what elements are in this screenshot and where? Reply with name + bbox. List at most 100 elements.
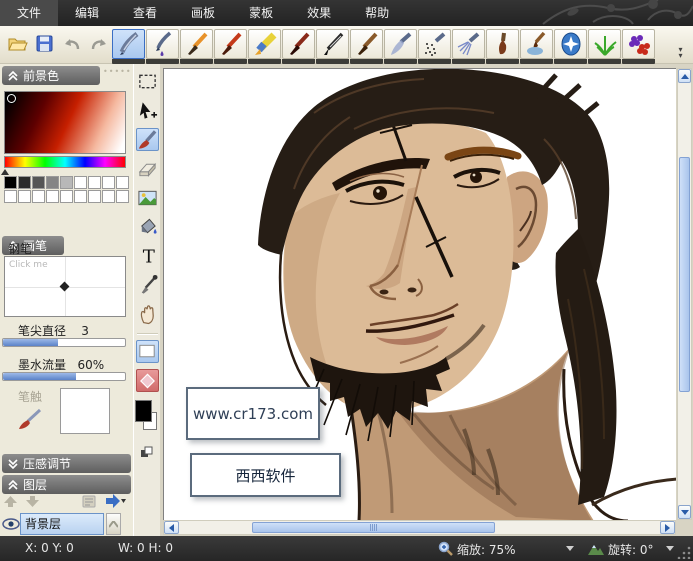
layer-row-background[interactable]: 背景层	[2, 512, 130, 536]
layer-list-scroll-up[interactable]	[106, 513, 121, 535]
hue-slider[interactable]	[4, 156, 126, 168]
save-button[interactable]	[33, 32, 56, 55]
color-swatch[interactable]	[74, 176, 87, 189]
black-pen-tool-button[interactable]	[316, 29, 349, 59]
fiber-spray-tool-button[interactable]	[452, 29, 485, 59]
menu-view[interactable]: 查看	[116, 0, 174, 26]
mask-badge-tool-button[interactable]	[136, 369, 159, 392]
color-swatch[interactable]	[18, 190, 31, 203]
brown-pen-tool-button[interactable]	[350, 29, 383, 59]
menu-edit[interactable]: 编辑	[58, 0, 116, 26]
menu-bar: 文件 编辑 查看 画板 蒙板 效果 帮助	[0, 0, 693, 26]
hand-tool-button[interactable]	[136, 302, 159, 325]
rect-select-tool-button[interactable]	[136, 70, 159, 93]
resize-grip[interactable]	[677, 545, 691, 559]
menu-effects[interactable]: 效果	[290, 0, 348, 26]
swap-colors-icon[interactable]	[140, 446, 154, 458]
open-folder-icon	[8, 36, 28, 52]
zoom-dropdown-caret[interactable]	[566, 546, 574, 551]
orange-pencil-tool-button[interactable]	[180, 29, 213, 59]
brush-preview-box[interactable]: Click me	[4, 256, 126, 317]
color-swatch[interactable]	[88, 190, 101, 203]
crop-image-icon	[137, 187, 158, 209]
layer-up-button[interactable]	[4, 496, 17, 507]
app-window: 文件 编辑 查看 画板 蒙板 效果 帮助	[0, 0, 693, 561]
shape-frame-tool-button[interactable]	[136, 340, 159, 363]
color-swatch[interactable]	[60, 176, 73, 189]
stroke-preview-box[interactable]	[60, 388, 110, 434]
airbrush-tool-button[interactable]	[384, 29, 417, 59]
hue-marker[interactable]	[1, 169, 9, 175]
text-tool-button[interactable]: T	[136, 244, 159, 267]
layer-down-button[interactable]	[26, 496, 39, 507]
panel-grip[interactable]: •••••	[103, 67, 132, 76]
color-swatch[interactable]	[116, 176, 129, 189]
scroll-right-button[interactable]	[660, 521, 675, 534]
color-swatch[interactable]	[46, 176, 59, 189]
ink-flow-slider[interactable]	[2, 372, 126, 381]
scroll-up-button[interactable]	[678, 69, 691, 83]
color-swatch[interactable]	[32, 190, 45, 203]
layer-menu-button[interactable]	[106, 494, 126, 508]
rotation-dropdown-caret[interactable]	[666, 546, 674, 551]
eyedropper-tool-button[interactable]	[136, 273, 159, 296]
undo-button[interactable]	[60, 32, 83, 55]
color-swatch[interactable]	[102, 190, 115, 203]
fountain-pen-tool-button[interactable]	[112, 29, 145, 59]
color-picker-marker[interactable]	[7, 94, 16, 103]
scroll-down-button[interactable]	[678, 505, 691, 519]
layer-visibility-eye-icon[interactable]	[2, 517, 20, 531]
fill-bucket-tool-button[interactable]	[136, 215, 159, 238]
grass-stamp-tool-button[interactable]	[588, 29, 621, 59]
menu-mask[interactable]: 蒙板	[232, 0, 290, 26]
foreground-color-panel-header[interactable]: 前景色	[2, 66, 100, 85]
horizontal-scrollbar[interactable]	[163, 520, 676, 535]
yellow-crayon-tool-button[interactable]	[248, 29, 281, 59]
watercolor-brush-tool-button[interactable]	[520, 29, 553, 59]
color-swatch[interactable]	[46, 190, 59, 203]
ink-pen-tool-button[interactable]	[146, 29, 179, 59]
open-folder-button[interactable]	[6, 32, 29, 55]
color-swatch[interactable]	[74, 190, 87, 203]
vertical-scroll-thumb[interactable]	[679, 157, 690, 392]
tip-diameter-slider[interactable]	[2, 338, 126, 347]
color-swatch[interactable]	[4, 176, 17, 189]
color-gradient-field[interactable]	[4, 91, 126, 154]
redo-button[interactable]	[87, 32, 110, 55]
color-swatch[interactable]	[102, 176, 115, 189]
spray-tool-button[interactable]	[418, 29, 451, 59]
eraser-tool-button[interactable]	[136, 157, 159, 180]
maroon-brush-tool-button[interactable]	[282, 29, 315, 59]
color-swatch[interactable]	[4, 190, 17, 203]
pressure-panel-header[interactable]: 压感调节	[2, 454, 131, 473]
color-swatch[interactable]	[116, 190, 129, 203]
red-pencil-tool-button[interactable]	[214, 29, 247, 59]
color-swatch[interactable]	[88, 176, 101, 189]
scroll-left-button[interactable]	[164, 521, 179, 534]
foreground-color-well[interactable]	[135, 400, 152, 422]
move-tool-button[interactable]	[136, 99, 159, 122]
color-swatch[interactable]	[60, 190, 73, 203]
vertical-scrollbar[interactable]	[677, 68, 692, 520]
zoom-level[interactable]: 缩放: 75%	[457, 541, 516, 558]
crop-image-tool-button[interactable]	[136, 186, 159, 209]
flower-stamp-tool-button[interactable]	[622, 29, 655, 59]
grass-stamp-cell	[588, 29, 621, 64]
red-pencil-cell	[214, 29, 247, 64]
color-swatch[interactable]	[18, 176, 31, 189]
menu-help[interactable]: 帮助	[348, 0, 406, 26]
round-brush-tool-button[interactable]	[486, 29, 519, 59]
horizontal-scroll-thumb[interactable]	[252, 522, 495, 533]
menu-file[interactable]: 文件	[0, 0, 58, 26]
layer-properties-button[interactable]	[82, 495, 97, 508]
brush-toolbar	[112, 29, 655, 64]
canvas[interactable]: www.cr173.com 西西软件	[163, 68, 676, 520]
toolbar-overflow-button[interactable]: ▾▾	[674, 47, 687, 60]
paintbrush-tool-button[interactable]	[136, 128, 159, 151]
layer-name[interactable]: 背景层	[20, 513, 104, 535]
color-swatch[interactable]	[32, 176, 45, 189]
star-stamp-tool-button[interactable]	[554, 29, 587, 59]
maroon-brush-icon	[286, 31, 312, 57]
menu-canvas[interactable]: 画板	[174, 0, 232, 26]
rotation-value[interactable]: 旋转: 0°	[608, 541, 654, 558]
